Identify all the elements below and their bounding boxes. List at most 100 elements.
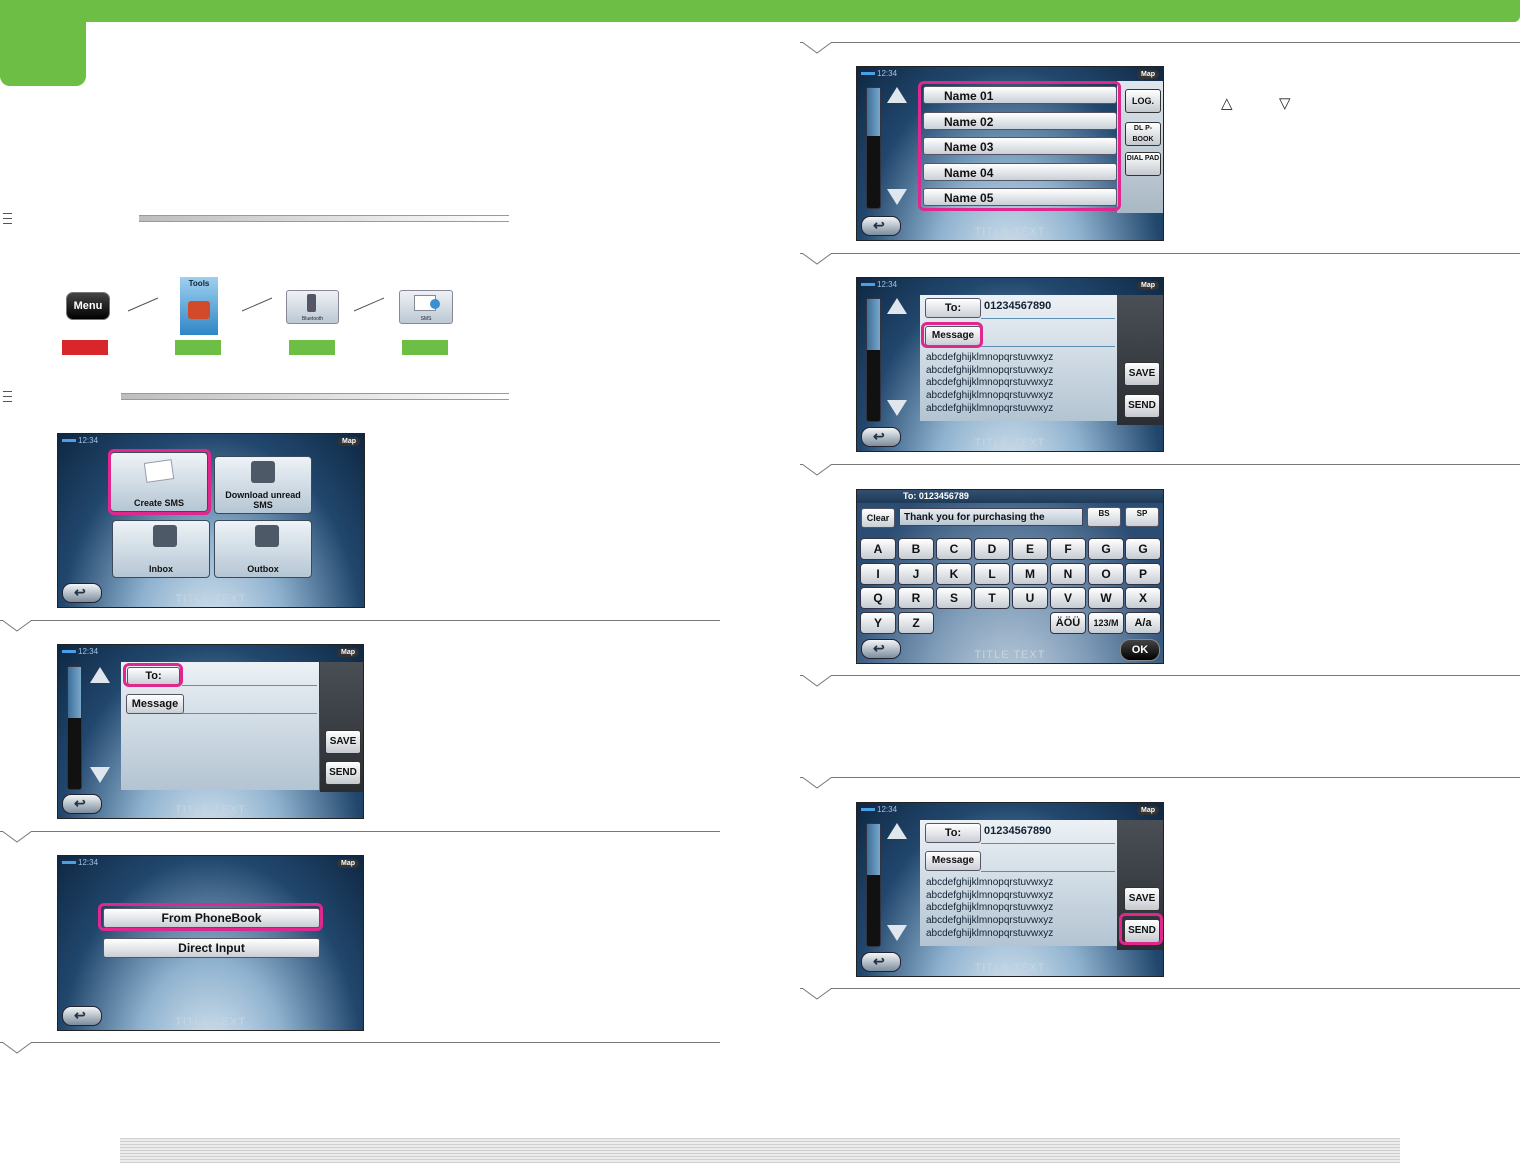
space-button[interactable]: SP (1125, 507, 1159, 527)
key[interactable]: S (936, 587, 972, 609)
send-button[interactable]: SEND (1124, 394, 1160, 418)
scrollbar-thumb[interactable] (867, 299, 880, 351)
send-button[interactable]: SEND (325, 761, 361, 785)
message-input[interactable]: Thank you for purchasing the (899, 508, 1083, 526)
map-button[interactable]: Map (1137, 806, 1159, 815)
inbox-mailbox-icon (153, 525, 177, 547)
key[interactable]: I (860, 563, 896, 585)
key[interactable]: Q (860, 587, 896, 609)
key[interactable]: L (974, 563, 1010, 585)
divider-notch-icon (1, 620, 33, 632)
step-divider (800, 777, 1520, 789)
map-button[interactable]: Map (337, 859, 359, 868)
message-line: abcdefghijklmnopqrstuvwxyz (926, 927, 1054, 939)
screen-title: TITLE TEXT (974, 437, 1046, 449)
scroll-down-icon[interactable] (887, 400, 907, 416)
scroll-up-icon[interactable] (887, 823, 907, 839)
screen-title: TITLE TEXT (175, 593, 247, 605)
highlight-frame (918, 81, 1121, 211)
scrollbar[interactable] (67, 666, 82, 790)
download-phonebook-button[interactable]: DL P-BOOK (1125, 122, 1161, 146)
key[interactable]: K (936, 563, 972, 585)
scroll-down-icon[interactable] (90, 767, 110, 783)
message-line: abcdefghijklmnopqrstuvwxyz (926, 877, 1054, 888)
download-unread-sms-tile[interactable]: Download unread SMS (214, 456, 312, 514)
down-arrow-icon: ▽ (1279, 95, 1291, 112)
key[interactable]: C (936, 538, 972, 560)
message-line: abcdefghijklmnopqrstuvwxyz (926, 889, 1054, 901)
save-button[interactable]: SAVE (1124, 887, 1160, 911)
scroll-down-icon[interactable] (887, 189, 907, 205)
direct-input-button[interactable]: Direct Input (103, 938, 320, 958)
clear-button[interactable]: Clear (861, 508, 895, 528)
scrollbar-thumb[interactable] (867, 824, 880, 876)
backspace-button[interactable]: BS (1087, 507, 1121, 527)
key[interactable]: M (1012, 563, 1048, 585)
key[interactable]: X (1125, 587, 1161, 609)
key[interactable]: N (1050, 563, 1086, 585)
log-button[interactable]: LOG. (1125, 89, 1161, 113)
section-header-2 (3, 391, 513, 405)
to-button[interactable]: To: (925, 298, 981, 318)
step-divider (800, 988, 1520, 1000)
clock: 12:34 (62, 858, 98, 867)
section-icon (3, 391, 12, 402)
menu-label: Menu (73, 300, 103, 312)
key[interactable]: G (1125, 538, 1161, 560)
scrollbar[interactable] (866, 87, 881, 209)
key[interactable]: T (974, 587, 1010, 609)
inbox-tile[interactable]: Inbox (112, 520, 210, 578)
key[interactable]: G (1088, 538, 1124, 560)
key[interactable]: P (1125, 563, 1161, 585)
scrollbar[interactable] (866, 298, 881, 422)
scroll-down-icon[interactable] (887, 925, 907, 941)
key[interactable]: D (974, 538, 1010, 560)
highlight-frame (123, 663, 183, 687)
scroll-up-icon[interactable] (887, 298, 907, 314)
to-field-line (981, 843, 1115, 844)
key[interactable]: E (1012, 538, 1048, 560)
key[interactable]: O (1088, 563, 1124, 585)
path-arrow-icon (241, 297, 273, 312)
message-button[interactable]: Message (126, 694, 184, 714)
numeric-key[interactable]: 123/M (1088, 612, 1124, 634)
key[interactable]: Z (898, 612, 934, 634)
key[interactable]: B (898, 538, 934, 560)
key[interactable]: Y (860, 612, 896, 634)
to-button[interactable]: To: (925, 823, 981, 843)
key[interactable]: J (898, 563, 934, 585)
save-button[interactable]: SAVE (325, 730, 361, 754)
sms-label: SMS (420, 316, 432, 322)
inbox-label: Inbox (149, 564, 173, 574)
message-button[interactable]: Message (925, 851, 981, 871)
save-button[interactable]: SAVE (1124, 362, 1160, 386)
outbox-tile[interactable]: Outbox (214, 520, 312, 578)
map-button[interactable]: Map (338, 437, 360, 446)
key[interactable]: A (860, 538, 896, 560)
key[interactable]: W (1088, 587, 1124, 609)
umlaut-key[interactable]: ÄÖÜ (1050, 612, 1086, 634)
step-divider (0, 1042, 720, 1054)
scrollbar-thumb[interactable] (68, 667, 81, 719)
key[interactable]: F (1050, 538, 1086, 560)
map-button[interactable]: Map (1137, 70, 1159, 79)
highlight-frame (98, 903, 323, 931)
key[interactable]: V (1050, 587, 1086, 609)
map-button[interactable]: Map (337, 648, 359, 657)
scrollbar[interactable] (866, 823, 881, 947)
dial-pad-button[interactable]: DIAL PAD (1125, 152, 1161, 176)
case-key[interactable]: A/a (1125, 612, 1161, 634)
scroll-up-icon[interactable] (887, 87, 907, 103)
clock: 12:34 (62, 647, 98, 656)
sms-menu-screen: 12:34 Map Create SMS Download unread SMS … (57, 433, 365, 608)
mailbox-icon (251, 461, 275, 483)
divider-notch-icon (1, 831, 33, 843)
screen-title: TITLE TEXT (974, 649, 1046, 661)
key[interactable]: U (1012, 587, 1048, 609)
step-divider (0, 620, 720, 632)
highlight-frame (921, 322, 983, 348)
key[interactable]: R (898, 587, 934, 609)
map-button[interactable]: Map (1137, 281, 1159, 290)
scroll-up-icon[interactable] (90, 667, 110, 683)
scrollbar-thumb[interactable] (867, 88, 880, 136)
